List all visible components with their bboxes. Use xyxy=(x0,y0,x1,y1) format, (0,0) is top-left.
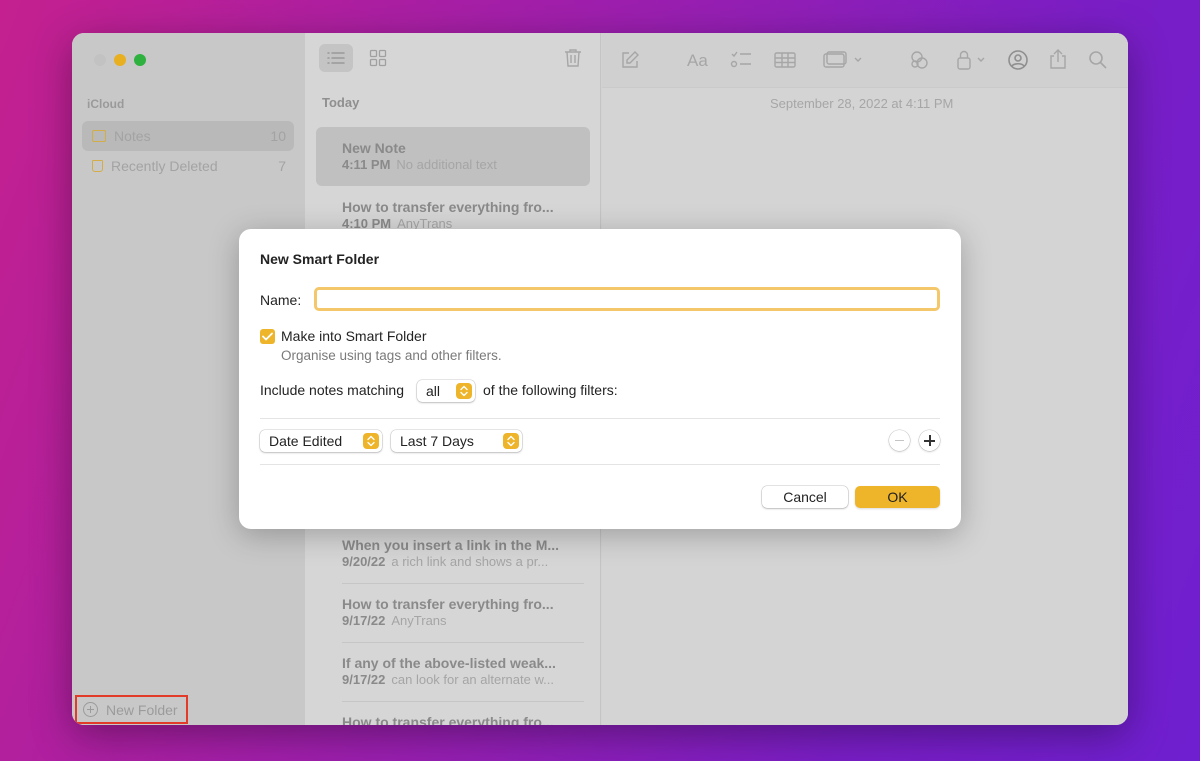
delete-note-button[interactable] xyxy=(561,45,585,71)
gallery-view-button[interactable] xyxy=(361,44,395,72)
note-list-item[interactable]: How to transfer everything fro... 9/17/2… xyxy=(316,583,590,642)
format-icon[interactable]: Aa xyxy=(686,51,712,69)
zoom-window-button[interactable] xyxy=(134,54,146,66)
trash-icon xyxy=(565,49,581,67)
up-down-chevron-icon xyxy=(456,383,472,399)
note-title: How to transfer everything fro... xyxy=(342,199,554,215)
share-people-icon[interactable] xyxy=(1006,49,1030,71)
new-smart-folder-dialog: New Smart Folder Name: Make into Smart F… xyxy=(239,229,961,529)
trash-icon xyxy=(92,160,103,172)
list-view-icon xyxy=(327,52,345,64)
dialog-title: New Smart Folder xyxy=(260,251,380,267)
note-preview: can look for an alternate w... xyxy=(391,672,554,687)
note-meta: 9/20/22 a rich link and shows a pr... xyxy=(342,554,590,569)
name-label: Name: xyxy=(260,292,302,308)
match-mode-select[interactable]: all xyxy=(417,380,475,402)
sidebar-item-count: 10 xyxy=(270,128,286,144)
filter-value-select[interactable]: Last 7 Days xyxy=(391,430,522,452)
note-date: September 28, 2022 at 4:11 PM xyxy=(770,96,954,111)
note-preview: a rich link and shows a pr... xyxy=(391,554,549,569)
editor-toolbar: Aa xyxy=(602,33,1128,88)
smart-folder-description: Organise using tags and other filters. xyxy=(281,348,502,363)
folder-name-input[interactable] xyxy=(314,287,940,311)
note-list-item[interactable]: How to transfer everything fro... xyxy=(316,701,590,725)
note-title: How to transfer everything fro... xyxy=(342,714,554,725)
plus-circle-icon xyxy=(83,702,98,717)
note-time: 9/17/22 xyxy=(342,672,386,687)
cancel-button[interactable]: Cancel xyxy=(762,486,848,508)
up-down-chevron-icon xyxy=(363,433,379,449)
following-filters-label: of the following filters: xyxy=(483,382,618,398)
note-time: 9/17/22 xyxy=(342,613,386,628)
note-list-item[interactable]: When you insert a link in the M... 9/20/… xyxy=(316,524,590,583)
include-matching-label: Include notes matching xyxy=(260,382,404,398)
note-meta: 9/17/22 AnyTrans xyxy=(342,613,590,628)
media-icon[interactable] xyxy=(822,50,864,70)
note-meta: 4:11 PM No additional text xyxy=(342,157,590,172)
note-preview: No additional text xyxy=(396,157,497,172)
checklist-icon[interactable] xyxy=(730,50,752,70)
window-controls xyxy=(94,54,146,66)
divider xyxy=(260,418,940,419)
share-icon[interactable] xyxy=(1048,48,1068,70)
note-list-item[interactable]: New Note 4:11 PM No additional text xyxy=(316,127,590,186)
collaborate-icon[interactable] xyxy=(908,49,932,71)
note-title: New Note xyxy=(342,140,406,156)
note-list-item[interactable]: If any of the above-listed weak... 9/17/… xyxy=(316,642,590,701)
note-preview: AnyTrans xyxy=(391,613,447,628)
note-title: When you insert a link in the M... xyxy=(342,537,560,553)
gallery-view-icon xyxy=(369,49,387,67)
new-folder-button[interactable]: New Folder xyxy=(75,695,188,724)
filter-field-value: Date Edited xyxy=(269,433,343,449)
sidebar-item-label: Notes xyxy=(114,128,151,144)
match-mode-value: all xyxy=(426,383,441,399)
minimize-window-button[interactable] xyxy=(114,54,126,66)
ok-button[interactable]: OK xyxy=(855,486,940,508)
new-folder-label: New Folder xyxy=(106,701,178,718)
note-meta: 9/17/22 can look for an alternate w... xyxy=(342,672,590,687)
close-window-button[interactable] xyxy=(94,54,106,66)
folder-icon xyxy=(92,130,106,142)
note-title: How to transfer everything fro... xyxy=(342,596,554,612)
smart-folder-checkbox-label: Make into Smart Folder xyxy=(281,328,427,344)
smart-folder-checkbox[interactable] xyxy=(260,329,275,344)
sidebar-item-count: 7 xyxy=(278,158,286,174)
up-down-chevron-icon xyxy=(503,433,519,449)
sidebar-section-icloud: iCloud xyxy=(87,97,125,111)
note-title: If any of the above-listed weak... xyxy=(342,655,556,671)
remove-filter-button[interactable] xyxy=(889,430,910,451)
sidebar-item-label: Recently Deleted xyxy=(111,158,218,174)
filter-value-value: Last 7 Days xyxy=(400,433,474,449)
sidebar-item-recently-deleted[interactable]: Recently Deleted 7 xyxy=(82,151,294,181)
note-time: 4:11 PM xyxy=(342,157,391,172)
filter-field-select[interactable]: Date Edited xyxy=(260,430,382,452)
svg-text:Aa: Aa xyxy=(687,51,708,69)
search-icon[interactable] xyxy=(1088,50,1108,70)
checkmark-icon xyxy=(262,332,273,341)
list-section-today: Today xyxy=(322,95,360,110)
add-filter-button[interactable] xyxy=(919,430,940,451)
compose-icon[interactable] xyxy=(620,50,640,70)
divider xyxy=(260,464,940,465)
table-icon[interactable] xyxy=(774,51,796,69)
note-time: 9/20/22 xyxy=(342,554,386,569)
sidebar-item-notes[interactable]: Notes 10 xyxy=(82,121,294,151)
list-toolbar xyxy=(305,33,600,88)
lock-icon[interactable] xyxy=(956,49,990,71)
list-view-button[interactable] xyxy=(319,44,353,72)
